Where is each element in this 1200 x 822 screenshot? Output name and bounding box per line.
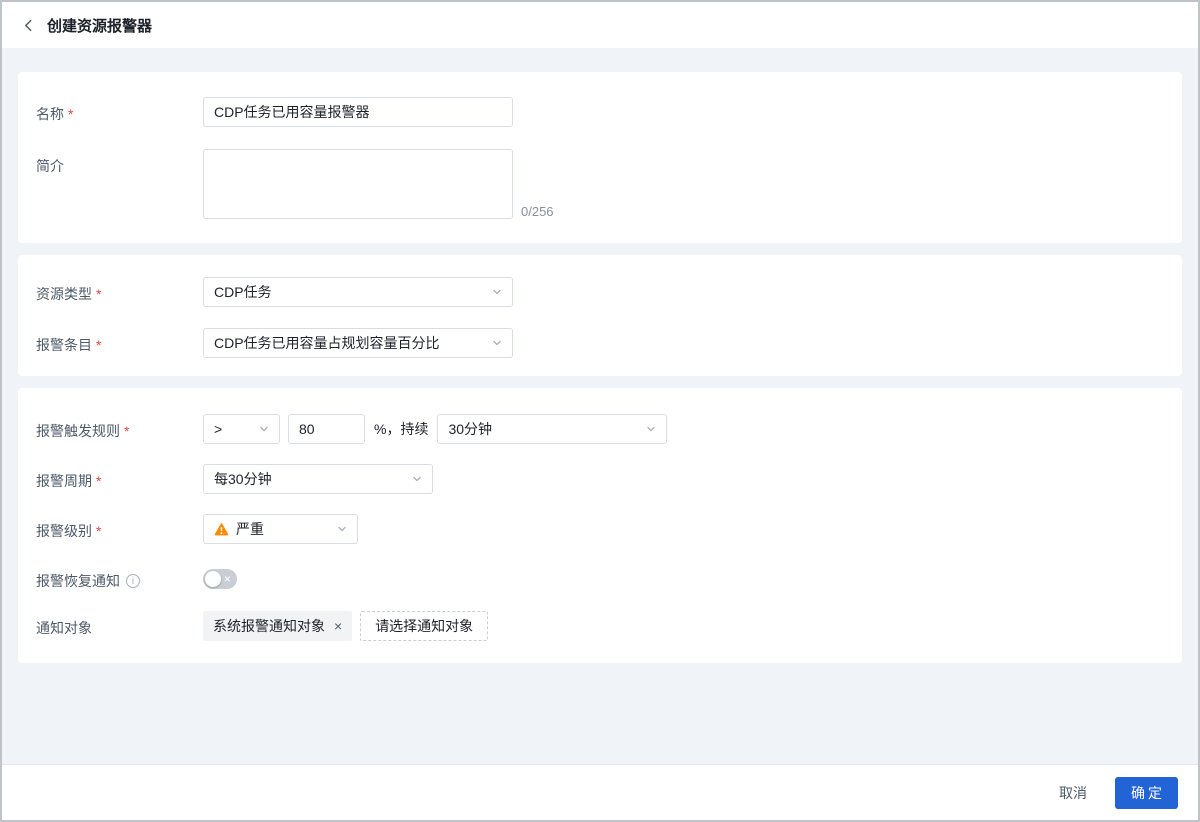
alarm-period-label: 报警周期 * <box>36 464 203 491</box>
alarm-item-select[interactable]: CDP任务已用容量占规划容量百分比 <box>203 328 513 358</box>
name-label: 名称 * <box>36 97 203 124</box>
recovery-notification-label: 报警恢复通知 i <box>36 564 203 591</box>
alarm-period-value: 每30分钟 <box>214 469 272 489</box>
name-row: 名称 * <box>36 97 1162 127</box>
alarm-item-value: CDP任务已用容量占规划容量百分比 <box>214 333 440 353</box>
confirm-button[interactable]: 确定 <box>1115 777 1178 809</box>
operator-select[interactable]: > <box>203 414 280 444</box>
chevron-down-icon <box>492 338 502 348</box>
select-notification-target-button[interactable]: 请选择通知对象 <box>360 611 488 641</box>
page-title: 创建资源报警器 <box>47 15 152 36</box>
threshold-unit-text: %，持续 <box>374 419 428 439</box>
info-icon: i <box>126 574 140 588</box>
back-button[interactable] <box>22 19 35 32</box>
create-resource-alarm-page: 创建资源报警器 名称 * 简介 0/256 <box>0 0 1200 822</box>
toggle-off-icon: × <box>224 573 231 585</box>
notification-target-tag: 系统报警通知对象 × <box>203 611 352 641</box>
chevron-left-icon <box>22 19 35 32</box>
name-input[interactable] <box>203 97 513 127</box>
alarm-level-select[interactable]: 严重 <box>203 514 358 544</box>
required-mark: * <box>68 106 73 122</box>
description-row: 简介 0/256 <box>36 149 1162 219</box>
trigger-rule-row: 报警触发规则 * > %，持续 30分钟 <box>36 414 1162 444</box>
operator-value: > <box>214 421 222 437</box>
chevron-down-icon <box>646 424 656 434</box>
chevron-down-icon <box>492 287 502 297</box>
notification-targets-row: 通知对象 系统报警通知对象 × 请选择通知对象 <box>36 611 1162 641</box>
form-content: 名称 * 简介 0/256 资源类型 * <box>2 48 1198 764</box>
resource-type-select[interactable]: CDP任务 <box>203 277 513 307</box>
recovery-notification-toggle[interactable]: × <box>203 569 237 589</box>
notification-targets-label: 通知对象 <box>36 611 203 638</box>
required-mark: * <box>96 286 101 302</box>
chevron-down-icon <box>259 424 269 434</box>
alarm-level-value: 严重 <box>236 519 264 539</box>
required-mark: * <box>96 473 101 489</box>
description-label: 简介 <box>36 149 203 176</box>
duration-select[interactable]: 30分钟 <box>437 414 667 444</box>
resource-type-row: 资源类型 * CDP任务 <box>36 277 1162 307</box>
basic-info-section: 名称 * 简介 0/256 <box>18 72 1182 243</box>
duration-value: 30分钟 <box>448 419 492 439</box>
remove-tag-icon[interactable]: × <box>334 619 342 633</box>
resource-type-label: 资源类型 * <box>36 277 203 304</box>
alarm-level-row: 报警级别 * 严重 <box>36 514 1162 544</box>
recovery-notification-row: 报警恢复通知 i × <box>36 564 1162 591</box>
tag-label: 系统报警通知对象 <box>213 616 325 636</box>
required-mark: * <box>96 523 101 539</box>
description-textarea[interactable] <box>203 149 513 219</box>
required-mark: * <box>96 337 101 353</box>
threshold-input[interactable] <box>288 414 365 444</box>
alarm-period-row: 报警周期 * 每30分钟 <box>36 464 1162 494</box>
resource-section: 资源类型 * CDP任务 报警条目 * CDP任务已用容量占规划容量百分比 <box>18 255 1182 376</box>
page-footer: 取消 确定 <box>2 764 1198 820</box>
toggle-knob <box>205 571 221 587</box>
char-counter: 0/256 <box>521 204 554 219</box>
alarm-rule-section: 报警触发规则 * > %，持续 30分钟 <box>18 388 1182 663</box>
alarm-item-label: 报警条目 * <box>36 328 203 355</box>
warning-triangle-icon <box>214 522 229 537</box>
required-mark: * <box>124 423 129 439</box>
page-header: 创建资源报警器 <box>2 2 1198 48</box>
alarm-item-row: 报警条目 * CDP任务已用容量占规划容量百分比 <box>36 328 1162 358</box>
alarm-period-select[interactable]: 每30分钟 <box>203 464 433 494</box>
cancel-button[interactable]: 取消 <box>1059 783 1087 803</box>
trigger-rule-label: 报警触发规则 * <box>36 414 203 441</box>
alarm-level-label: 报警级别 * <box>36 514 203 541</box>
chevron-down-icon <box>337 524 347 534</box>
resource-type-value: CDP任务 <box>214 282 272 302</box>
chevron-down-icon <box>412 474 422 484</box>
